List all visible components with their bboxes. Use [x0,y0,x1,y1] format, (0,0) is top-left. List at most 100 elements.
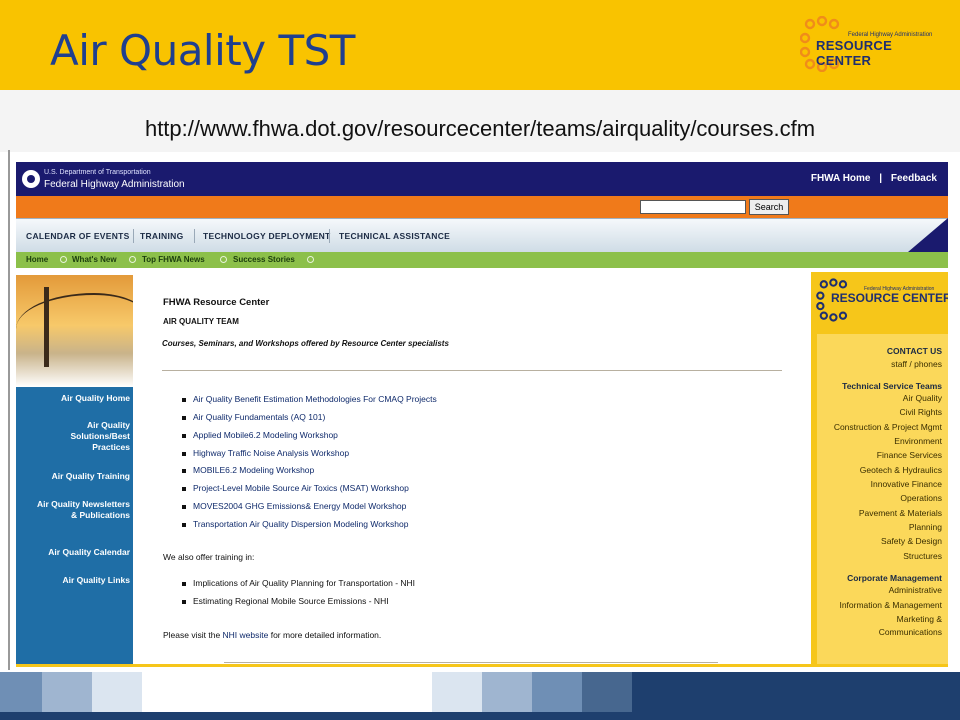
nav-success-stories[interactable]: Success Stories [233,255,295,264]
dot-seal-icon [22,170,40,188]
staff-phones-link[interactable]: staff / phones [891,359,942,369]
menu-separator [194,229,195,243]
nav-home[interactable]: Home [26,255,48,264]
team-link[interactable]: Safety & Design [881,536,942,546]
left-nav-calendar[interactable]: Air Quality Calendar [20,547,130,558]
course-link[interactable]: MOVES2004 GHG Emissions& Energy Model Wo… [193,501,406,511]
corporate-link[interactable]: Information & Management [839,600,942,610]
bottom-bar [0,712,960,720]
search-button[interactable]: Search [749,199,789,215]
feedback-link[interactable]: Feedback [891,173,937,184]
logo-big-text: RESOURCE CENTER [816,38,893,68]
content-divider [162,370,782,371]
left-nav-training[interactable]: Air Quality Training [20,471,130,482]
stripe-block [0,672,42,712]
team-link[interactable]: Air Quality [903,393,942,403]
top-links: FHWA Home | Feedback [808,173,940,184]
agency-department: U.S. Department of Transportation [44,169,151,176]
tech-teams-heading: Technical Service Teams [842,381,942,391]
stripe-block [482,672,532,712]
bottom-decoration [0,672,960,712]
bullet-icon [182,505,186,509]
bullet-icon [182,469,186,473]
other-training-item: Estimating Regional Mobile Source Emissi… [193,596,389,606]
bridge-cable [16,293,133,353]
content-divider [224,662,718,663]
bullet-icon [182,487,186,491]
circle-icon [60,256,67,263]
link-separator: | [879,173,883,184]
left-nav: Air Quality Home Air Quality Solutions/B… [16,387,133,664]
stripe-block [92,672,142,712]
team-link[interactable]: Construction & Project Mgmt [834,422,942,432]
course-link[interactable]: Air Quality Benefit Estimation Methodolo… [193,394,437,404]
team-link[interactable]: Finance Services [877,450,942,460]
menu-training[interactable]: TRAINING [140,231,183,241]
menu-technical-assistance[interactable]: TECHNICAL ASSISTANCE [339,231,450,241]
stripe-block [532,672,582,712]
main-menu: CALENDAR OF EVENTS TRAINING TECHNOLOGY D… [16,218,948,252]
visit-text: Please visit the NHI website for more de… [163,630,381,640]
site-top-bar: U.S. Department of Transportation Federa… [16,162,948,196]
screenshot-bottom-edge [16,664,948,667]
logo-big-text: RESOURCE CENTER [831,291,948,305]
page-heading: FHWA Resource Center [163,297,270,308]
corporate-link[interactable]: Marketing & [897,614,942,624]
corporate-link[interactable]: Communications [879,627,942,637]
corporate-heading: Corporate Management [847,573,942,583]
nav-whats-new[interactable]: What's New [72,255,117,264]
circle-icon [129,256,136,263]
contact-us-link[interactable]: CONTACT US [887,346,942,356]
menu-calendar-of-events[interactable]: CALENDAR OF EVENTS [26,231,130,241]
menu-technology-deployment[interactable]: TECHNOLOGY DEPLOYMENT [203,231,331,241]
circle-icon [307,256,314,263]
course-link[interactable]: Applied Mobile6.2 Modeling Workshop [193,430,338,440]
bullet-icon [182,582,186,586]
stripe-block [582,672,632,712]
team-link[interactable]: Geotech & Hydraulics [860,465,942,475]
search-input[interactable] [640,200,746,214]
resource-center-logo: Federal Highway Administration RESOURCE … [800,16,940,72]
slide-title: Air Quality TST [50,26,355,75]
left-nav-air-quality-home[interactable]: Air Quality Home [30,393,130,404]
course-link[interactable]: Project-Level Mobile Source Air Toxics (… [193,483,409,493]
team-link[interactable]: Planning [909,522,942,532]
course-link[interactable]: Air Quality Fundamentals (AQ 101) [193,412,325,422]
circle-icon [220,256,227,263]
course-link[interactable]: Transportation Air Quality Dispersion Mo… [193,519,408,529]
menu-separator [329,229,330,243]
nav-top-fhwa-news[interactable]: Top FHWA News [142,255,205,264]
left-nav-newsletters[interactable]: Air Quality Newsletters & Publications [35,499,130,521]
also-offer-text: We also offer training in: [163,552,255,562]
bullet-icon [182,416,186,420]
bullet-icon [182,452,186,456]
visit-suffix: for more detailed information. [268,630,382,640]
team-link[interactable]: Civil Rights [899,407,942,417]
right-panel-logo: Federal Highway Administration RESOURCE … [816,278,948,328]
fhwa-home-link[interactable]: FHWA Home [811,173,871,184]
stripe-block [432,672,482,712]
menu-separator [133,229,134,243]
course-link[interactable]: Highway Traffic Noise Analysis Workshop [193,448,349,458]
divider [8,150,10,670]
team-link[interactable]: Structures [903,551,942,561]
course-link[interactable]: MOBILE6.2 Modeling Workshop [193,465,314,475]
bridge-photo [16,275,133,387]
bullet-icon [182,523,186,527]
website-screenshot: U.S. Department of Transportation Federa… [16,162,948,664]
bullet-icon [182,434,186,438]
team-link[interactable]: Innovative Finance [871,479,942,489]
search-bar: Search [16,196,948,218]
visit-prefix: Please visit the [163,630,223,640]
team-link[interactable]: Pavement & Materials [859,508,942,518]
nhi-website-link[interactable]: NHI website [223,630,269,640]
left-nav-solutions[interactable]: Air Quality Solutions/Best Practices [40,420,130,453]
page-subtitle: Courses, Seminars, and Workshops offered… [162,339,449,348]
stripe-block [42,672,92,712]
other-training-item: Implications of Air Quality Planning for… [193,578,416,588]
left-nav-links[interactable]: Air Quality Links [20,575,130,586]
team-link[interactable]: Operations [900,493,942,503]
corporate-link[interactable]: Administrative [889,585,942,595]
team-link[interactable]: Environment [894,436,942,446]
page-url: http://www.fhwa.dot.gov/resourcecenter/t… [144,116,816,141]
